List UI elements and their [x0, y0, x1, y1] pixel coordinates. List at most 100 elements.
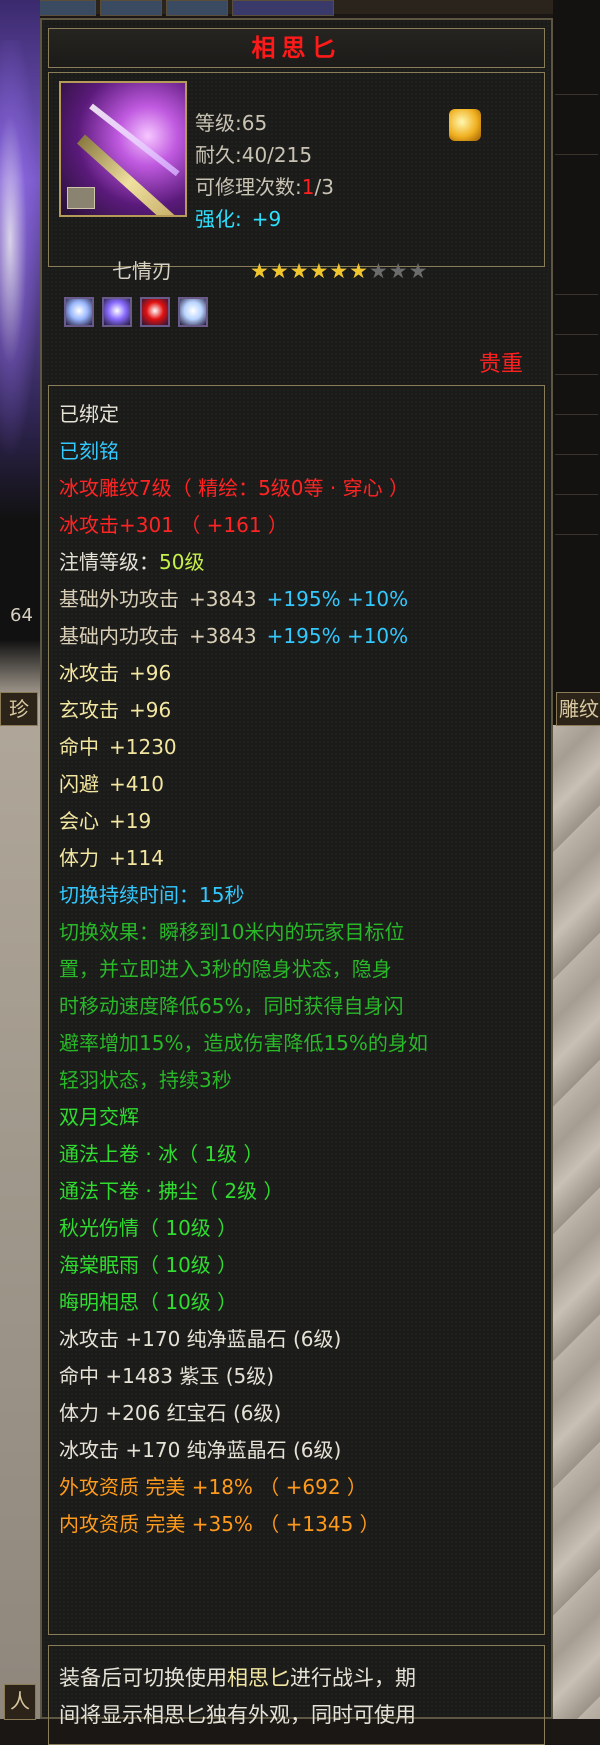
switch-effect-line: 时移动速度降低65%，同时获得自身闪 [59, 994, 404, 1018]
stat-value: +114 [109, 846, 164, 870]
description-line-2: 间将显示相思匕独有外观，同时可使用 [59, 1703, 416, 1727]
purple-gem-icon[interactable] [102, 297, 132, 327]
repair-used: 1 [301, 175, 315, 199]
toolbar-slot[interactable] [34, 0, 96, 16]
toolbar-slot[interactable] [166, 0, 228, 16]
star-empty-icon: ★ [408, 259, 429, 283]
stat-value: +96 [129, 698, 172, 722]
item-description: 装备后可切换使用相思匕进行战斗，期 间将显示相思匕独有外观，同时可使用 [59, 1660, 537, 1734]
top-toolbar-strip [0, 0, 600, 16]
item-info: 等级:65 耐久:40/215 可修理次数:1/3 强化: +9 [195, 107, 334, 235]
star-empty-icon: ★ [388, 259, 409, 283]
switch-effect-line: 轻羽状态，持续3秒 [59, 1068, 232, 1092]
stat-row: 冰攻击 +96 [59, 655, 539, 692]
stat-value: +3843 [189, 587, 257, 611]
stat-row: 体力 +114 [59, 840, 539, 877]
enhance-label: 强化: [195, 207, 242, 231]
skill-line: 秋光伤情（ 10级 ） [59, 1216, 238, 1240]
stat-bonus: +195% +10% [266, 587, 409, 611]
star-filled-icon: ★ [329, 259, 350, 283]
description-highlight: 相思匕 [227, 1666, 290, 1690]
ice-attack-main: 冰攻击+301 （ +161 ） [59, 513, 288, 537]
gem-stat-list: 冰攻击 +170 纯净蓝晶石 (6级) 命中 +1483 紫玉 (5级) 体力 +2… [59, 1321, 539, 1469]
background-number: 64 [10, 605, 33, 626]
stat-list: 冰攻击 +96 玄攻击 +96 命中 +1230 闪避 +410 会心 +19 体力 +114 [59, 655, 539, 877]
skill-line: 通法上卷 · 冰（ 1级 ） [59, 1142, 264, 1166]
attribute-lines: 已绑定 已刻铭 冰攻雕纹7级（ 精绘：5级0等 · 穿心 ） 冰攻击+301 （… [59, 396, 539, 1543]
blue-gem-icon[interactable] [64, 297, 94, 327]
stat-bonus: +195% +10% [266, 624, 409, 648]
toolbar-slot[interactable] [100, 0, 162, 16]
background-list-row [555, 300, 598, 335]
background-list-row [555, 60, 598, 95]
bottom-left-button[interactable]: 人 [4, 1684, 36, 1720]
stat-value: +19 [109, 809, 152, 833]
background-list-row [555, 460, 598, 495]
background-list-row [555, 120, 598, 155]
red-gem-icon[interactable] [140, 297, 170, 327]
stat-label: 会心 [59, 809, 99, 833]
background-list-row [555, 260, 598, 295]
repair-label: 可修理次数: [195, 175, 302, 199]
attributes-box: 已绑定 已刻铭 冰攻雕纹7级（ 精绘：5级0等 · 穿心 ） 冰攻击+301 （… [48, 385, 545, 1635]
switch-effect-line: 避率增加15%，造成伤害降低15%的身如 [59, 1031, 428, 1055]
side-tab-right[interactable]: 雕纹 [556, 692, 600, 726]
base-inner-attack: 基础内功攻击 +3843 +195% +10% [59, 618, 539, 655]
stat-row: 会心 +19 [59, 803, 539, 840]
aptitude-line: 外攻资质 完美 +18% （ +692 ） [59, 1475, 367, 1499]
bind-lock-icon [67, 187, 95, 209]
bound-status: 已绑定 [59, 402, 119, 426]
quality-badge-icon [449, 109, 481, 141]
stat-label: 基础内功攻击 [59, 624, 179, 648]
star-filled-icon: ★ [349, 259, 369, 283]
description-text: 进行战斗，期 [290, 1666, 416, 1690]
weapon-icon [59, 81, 187, 217]
background-list-row [555, 500, 598, 535]
stat-label: 闪避 [59, 772, 99, 796]
stone-floor-texture [553, 725, 600, 1719]
stat-label: 冰攻击 [59, 661, 119, 685]
background-list-row [555, 420, 598, 455]
star-empty-icon: ★ [368, 259, 389, 283]
aptitude-list: 外攻资质 完美 +18% （ +692 ） 内攻资质 完美 +35% （ +134… [59, 1469, 539, 1543]
toolbar-slot[interactable] [232, 0, 334, 16]
skill-line: 通法下卷 · 拂尘（ 2级 ） [59, 1179, 284, 1203]
item-level: 等级:65 [195, 111, 268, 135]
aptitude-line: 内攻资质 完美 +35% （ +1345 ） [59, 1512, 380, 1536]
star-rating: ★★★★★★★★★ [250, 258, 428, 284]
switch-effect-line: 置，并立即进入3秒的隐身状态，隐身 [59, 957, 392, 981]
star-filled-icon: ★ [250, 259, 270, 283]
item-enhance: 强化: +9 [195, 203, 334, 235]
item-durability: 耐久:40/215 [195, 143, 313, 167]
rarity-label: 贵重 [478, 352, 523, 377]
background-list-row [555, 380, 598, 415]
background-glow [0, 40, 40, 460]
gem-stat-line: 冰攻击 +170 纯净蓝晶石 (6级) [59, 1438, 342, 1462]
skill-line: 晦明相思（ 10级 ） [59, 1290, 238, 1314]
star-filled-icon: ★ [289, 259, 310, 283]
stat-label: 体力 [59, 846, 99, 870]
stat-label: 基础外功攻击 [59, 587, 179, 611]
skill-list: 双月交辉 通法上卷 · 冰（ 1级 ） 通法下卷 · 拂尘（ 2级 ） 秋光伤情（ 1… [59, 1099, 539, 1321]
stat-value: +96 [129, 661, 172, 685]
star-filled-icon: ★ [309, 259, 330, 283]
inject-label: 注情等级： [59, 550, 159, 574]
ice-engrave-line: 冰攻雕纹7级（ 精绘：5级0等 · 穿心 ） [59, 476, 409, 500]
switch-effect: 切换效果：瞬移到10米内的玩家目标位 置，并立即进入3秒的隐身状态，隐身 时移动速度… [59, 914, 539, 1099]
base-outer-attack: 基础外功攻击 +3843 +195% +10% [59, 581, 539, 618]
stat-value: +410 [109, 772, 164, 796]
stat-row: 玄攻击 +96 [59, 692, 539, 729]
item-tooltip-panel: 相思匕 等级:65 耐久:40/215 可修理次数:1/3 强化: +9 七情刃 … [40, 18, 553, 1745]
engraved-status: 已刻铭 [59, 439, 119, 463]
stat-label: 玄攻击 [59, 698, 119, 722]
description-line-1: 装备后可切换使用相思匕进行战斗，期 [59, 1660, 537, 1697]
stat-value: +3843 [189, 624, 257, 648]
gem-stat-line: 冰攻击 +170 纯净蓝晶石 (6级) [59, 1327, 342, 1351]
inject-level: 注情等级：50级 [59, 544, 539, 581]
stat-label: 命中 [59, 735, 99, 759]
blue-gem-icon[interactable] [178, 297, 208, 327]
repair-total: /3 [314, 175, 334, 199]
side-tab-left[interactable]: 珍 [0, 692, 38, 726]
background-scene-right [553, 0, 600, 1719]
background-list-row [555, 340, 598, 375]
